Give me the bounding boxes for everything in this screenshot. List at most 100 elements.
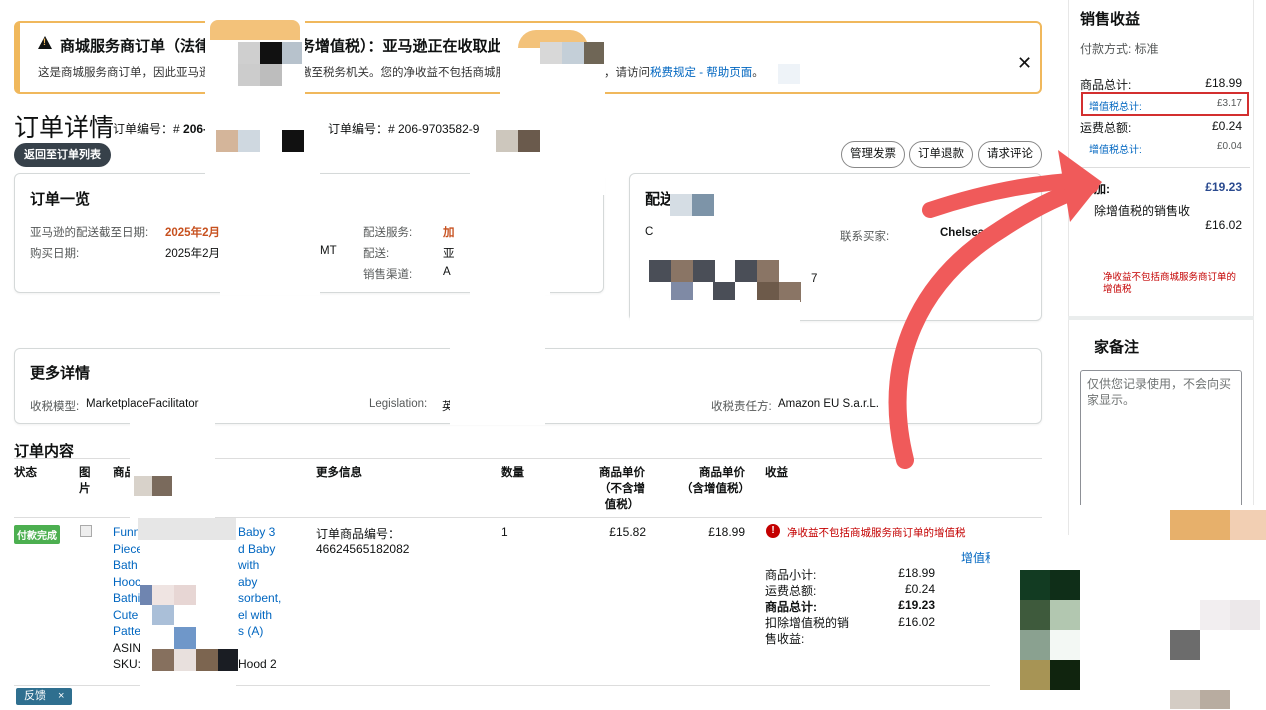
privacy-mask <box>1050 660 1080 690</box>
privacy-mask <box>1170 690 1200 709</box>
privacy-mask <box>1230 600 1260 630</box>
shipping-total-value: £0.24 <box>1211 119 1242 133</box>
banner-text: 这是商城服务商订单，因此亚马逊 <box>38 67 211 79</box>
contact-buyer-link[interactable]: Chelsea <box>940 227 984 239</box>
ship-vat-link[interactable]: 增值税总计: <box>1089 141 1142 156</box>
tax-help-link[interactable]: 税费规定 - 帮助页面 <box>650 67 752 79</box>
privacy-mask <box>693 260 715 282</box>
sales-channel-label: 销售渠道: <box>363 269 413 281</box>
tax-model-value: MarketplaceFacilitator <box>86 398 199 410</box>
tax-party-label: 收税责任方: <box>711 401 772 413</box>
privacy-mask <box>630 300 800 345</box>
quantity-value: 1 <box>501 525 508 539</box>
privacy-mask <box>174 585 196 605</box>
ship-service-label: 配送服务: <box>363 227 413 239</box>
ship-service-value: 加 <box>443 227 455 239</box>
privacy-mask <box>260 42 282 64</box>
back-to-orders-button[interactable]: 返回至订单列表 <box>14 143 111 167</box>
privacy-mask <box>1050 570 1080 600</box>
privacy-mask <box>562 42 584 64</box>
vat-total-value: £3.17 <box>1216 98 1242 109</box>
privacy-mask <box>671 260 693 282</box>
shipping-label: 配送: <box>363 248 390 260</box>
tax-party-value: Amazon EU S.a.r.L. <box>778 398 879 410</box>
address-fragment-7: 7 <box>811 273 818 285</box>
vat-total-link[interactable]: 增值税总计: <box>1089 98 1142 113</box>
privacy-mask <box>671 282 693 302</box>
privacy-mask <box>518 130 540 152</box>
privacy-mask <box>174 627 196 649</box>
privacy-mask <box>757 282 779 302</box>
ship-by-value: 2025年2月 <box>165 227 220 239</box>
privacy-mask <box>196 649 218 671</box>
feedback-button[interactable]: 反馈 × <box>16 688 72 705</box>
product-thumbnail[interactable] <box>80 525 92 537</box>
request-review-button[interactable]: 请求评论 <box>978 141 1042 168</box>
privacy-mask <box>496 130 518 152</box>
privacy-mask <box>238 130 260 152</box>
purchase-date-value: 2025年2月 <box>165 248 220 260</box>
privacy-mask <box>174 649 196 671</box>
col-quantity: 数量 <box>501 467 524 479</box>
grand-total-label: 加: <box>1094 182 1110 196</box>
privacy-mask <box>1020 600 1050 630</box>
item-id-label: 订单商品编号： <box>316 527 401 541</box>
privacy-mask <box>692 194 714 216</box>
warning-icon <box>38 36 52 49</box>
privacy-mask <box>584 42 604 64</box>
product-title-link-right[interactable]: Baby 3 d Baby with aby sorbent, el with … <box>238 524 298 673</box>
privacy-mask <box>779 282 801 302</box>
banner-title-tail: 务增值税）：亚马逊正在收取此交 <box>300 38 518 55</box>
privacy-mask <box>1020 630 1050 660</box>
privacy-mask <box>1020 570 1050 600</box>
privacy-mask <box>1200 690 1230 709</box>
privacy-mask <box>1020 660 1050 690</box>
net-revenue-label: 除增值税的销售收 <box>1094 204 1191 218</box>
summary-subtotal-label: 商品小计: <box>765 568 817 582</box>
privacy-mask <box>152 649 174 671</box>
manage-invoice-button[interactable]: 管理发票 <box>841 141 905 168</box>
privacy-mask <box>757 260 779 282</box>
col-image: 图片 <box>79 467 91 495</box>
items-total-value: £18.99 <box>1205 76 1242 90</box>
privacy-mask <box>1200 600 1230 630</box>
privacy-mask <box>238 64 260 86</box>
banner-text-tail: ，请访问税费规定 - 帮助页面。 <box>604 67 764 79</box>
privacy-mask <box>216 130 238 152</box>
privacy-mask <box>1050 630 1080 660</box>
col-more-info: 更多信息 <box>316 467 362 479</box>
net-revenue-value: £16.02 <box>1205 218 1242 232</box>
close-icon[interactable]: ✕ <box>1017 53 1032 74</box>
seller-notes-input[interactable]: 仅供您记录使用，不会向买家显示。 <box>1080 370 1242 510</box>
unit-price-ex-vat: £15.82 <box>609 525 646 539</box>
privacy-mask <box>134 476 152 496</box>
privacy-mask <box>670 194 692 216</box>
legislation-label: Legislation: <box>369 398 428 410</box>
privacy-mask <box>260 64 282 86</box>
col-revenue: 收益 <box>765 467 788 479</box>
privacy-mask <box>668 176 828 194</box>
shipping-total-label: 运费总额: <box>1080 121 1132 135</box>
privacy-mask <box>1230 510 1266 540</box>
grand-total-value: £19.23 <box>1205 180 1242 194</box>
summary-net-label: 扣除增值税的销售收益: <box>765 616 850 646</box>
summary-subtotal-value: £18.99 <box>898 566 935 580</box>
banner-text-mid: 缴至税务机关。您的净收益不包括商城服 <box>300 67 507 79</box>
privacy-mask <box>152 605 174 625</box>
item-id-value: 46624565182082 <box>316 542 410 556</box>
col-unit-inc-vat: 商品单价（含增值税） <box>681 467 750 495</box>
privacy-mask <box>1050 600 1080 630</box>
refund-order-button[interactable]: 订单退款 <box>909 141 973 168</box>
summary-total-label: 商品总计: <box>765 600 817 614</box>
privacy-mask <box>130 418 215 518</box>
order-number-full: 订单编号：# 206-9703582-9 <box>328 122 480 136</box>
summary-shipping-value: £0.24 <box>904 582 935 596</box>
purchase-date-tz: MT <box>320 245 337 257</box>
privacy-mask <box>450 295 545 425</box>
contact-buyer-label: 联系买家: <box>840 231 890 243</box>
summary-total-value: £19.23 <box>898 598 935 612</box>
privacy-mask <box>1170 630 1200 660</box>
more-details-title: 更多详情 <box>30 365 91 382</box>
overview-title: 订单一览 <box>30 191 91 208</box>
privacy-mask <box>735 260 757 282</box>
